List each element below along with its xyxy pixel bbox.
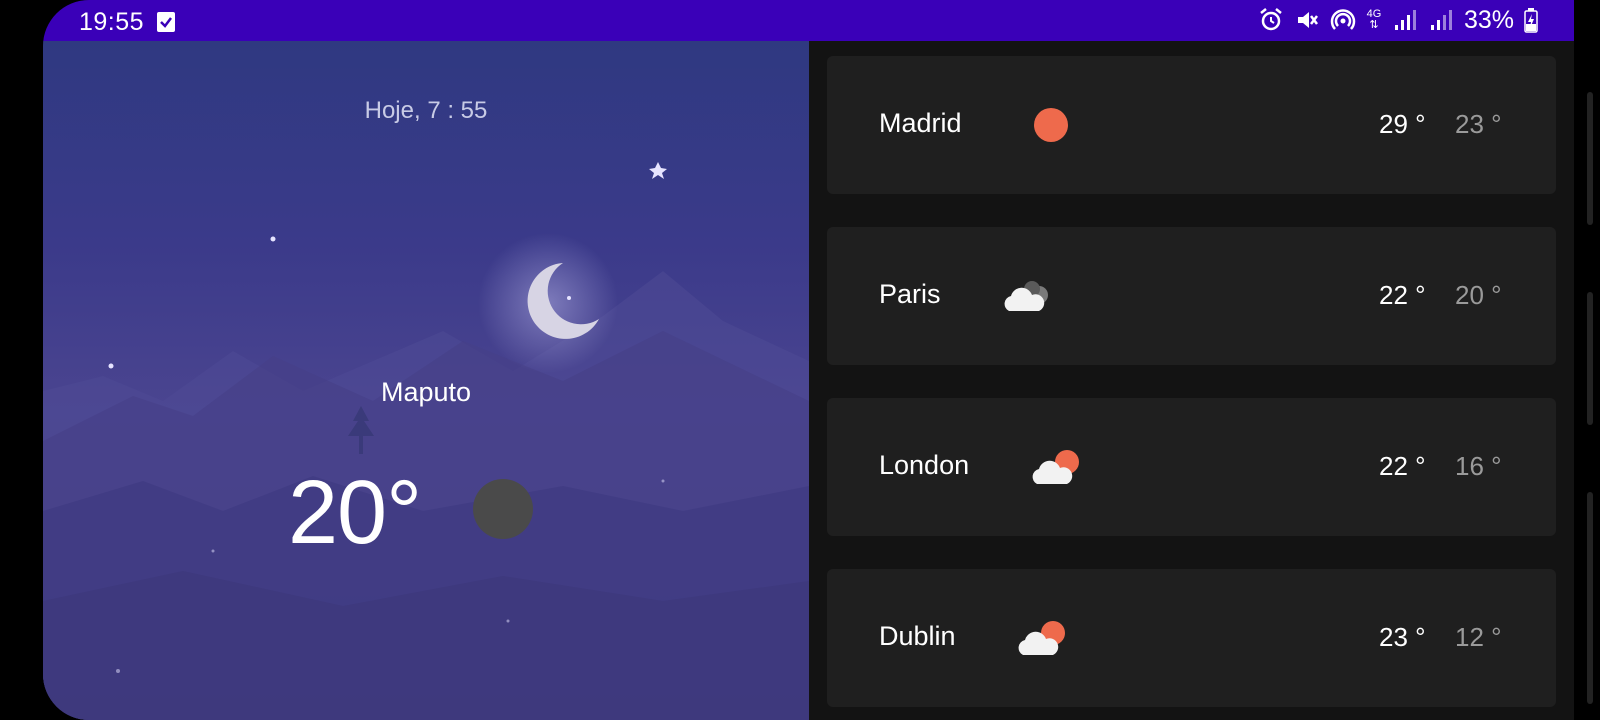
app-window: 19:55 4G ⇅ 33% Hoje, 7: 55 Maputo 20° M…	[43, 0, 1574, 720]
city-card-paris[interactable]: Paris 22 ° 20 °	[827, 227, 1556, 365]
signal-icon	[1394, 10, 1416, 30]
status-icons: 4G ⇅ 33%	[1258, 6, 1538, 34]
status-time: 19:55	[79, 8, 145, 36]
temp-high: 22 °	[1379, 451, 1426, 481]
city-card-madrid[interactable]: Madrid 29 ° 23 °	[827, 56, 1556, 194]
condition-icon	[473, 479, 533, 539]
city-name: Madrid	[879, 108, 962, 138]
temp-high: 23 °	[1379, 622, 1426, 652]
current-city: Maputo	[380, 377, 472, 407]
edge-scroll-indicator[interactable]	[1587, 292, 1593, 425]
city-card-london[interactable]: London 22 ° 16 °	[827, 398, 1556, 536]
city-list[interactable]: Madrid 29 ° 23 ° Paris 22 ° 20 ° London	[809, 41, 1574, 720]
current-date-time: Hoje, 7 : 55	[364, 97, 488, 124]
city-name: Paris	[879, 279, 941, 309]
status-bar: 19:55 4G ⇅ 33%	[43, 0, 1574, 41]
temp-high: 22 °	[1379, 280, 1426, 310]
hotspot-icon	[1330, 9, 1356, 30]
partly-cloudy-icon	[1018, 621, 1065, 655]
edge-scroll-indicator[interactable]	[1587, 92, 1593, 225]
edge-scroll-indicator[interactable]	[1587, 492, 1593, 704]
cloudy-icon	[1004, 281, 1048, 311]
alarm-icon	[1260, 8, 1282, 31]
temp-low: 12 °	[1455, 622, 1502, 652]
temp-low: 20 °	[1455, 280, 1502, 310]
mute-icon	[1297, 12, 1318, 28]
partly-cloudy-icon	[1032, 450, 1079, 484]
current-temperature: 20°	[288, 463, 422, 563]
network-4g-icon: 4G ⇅	[1366, 8, 1382, 31]
city-card-dublin[interactable]: Dublin 23 ° 12 °	[827, 569, 1556, 707]
temp-high: 29 °	[1379, 109, 1426, 139]
current-weather-panel: Hoje, 7 : 55 Maputo 20°	[43, 41, 809, 720]
signal-icon	[1430, 10, 1452, 30]
city-name: London	[879, 450, 970, 480]
battery-charging-icon	[1524, 8, 1538, 33]
sun-icon	[1034, 108, 1068, 142]
temp-low: 23 °	[1455, 109, 1502, 139]
battery-percent: 33%	[1463, 5, 1514, 34]
city-name: Dublin	[879, 621, 956, 651]
temp-low: 16 °	[1455, 451, 1502, 481]
task-check-icon	[157, 12, 175, 32]
network-label: 4G	[1366, 8, 1382, 20]
